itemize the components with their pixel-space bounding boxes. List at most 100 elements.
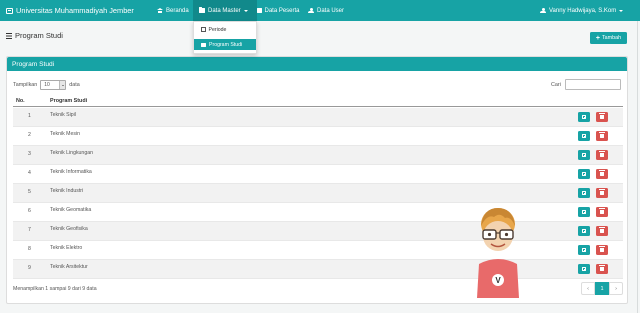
edit-icon bbox=[581, 266, 587, 272]
trash-icon bbox=[599, 151, 605, 158]
home-icon bbox=[157, 8, 163, 13]
edit-button[interactable] bbox=[578, 245, 590, 255]
trash-icon bbox=[599, 246, 605, 253]
add-button[interactable]: + Tambah bbox=[590, 32, 627, 44]
delete-button[interactable] bbox=[596, 112, 608, 122]
brand-title: Universitas Muhammadiyah Jember bbox=[16, 6, 134, 15]
plus-icon: + bbox=[595, 34, 600, 42]
column-header-program-studi[interactable]: Program Studi bbox=[50, 98, 87, 104]
delete-button[interactable] bbox=[596, 264, 608, 274]
row-number: 7 bbox=[28, 227, 31, 233]
top-navbar: Universitas Muhammadiyah Jember Beranda … bbox=[0, 0, 640, 21]
edit-button[interactable] bbox=[578, 226, 590, 236]
table-row: 8 Teknik Elektro bbox=[13, 241, 623, 260]
column-header-no[interactable]: No. bbox=[16, 98, 25, 104]
pagination-next[interactable]: › bbox=[609, 282, 623, 295]
length-suffix: data bbox=[69, 82, 80, 88]
edit-button[interactable] bbox=[578, 169, 590, 179]
edit-icon bbox=[581, 209, 587, 215]
edit-button[interactable] bbox=[578, 207, 590, 217]
table-row: 5 Teknik Industri bbox=[13, 184, 623, 203]
file-icon bbox=[257, 7, 262, 14]
trash-icon bbox=[599, 132, 605, 139]
table-body: 1 Teknik Sipil 2 Teknik Mesin 3 Teknik Lingku… bbox=[13, 108, 623, 279]
edit-button[interactable] bbox=[578, 131, 590, 141]
caret-down-icon bbox=[243, 9, 248, 12]
row-program-studi: Teknik Lingkungan bbox=[50, 150, 93, 156]
row-number: 8 bbox=[28, 246, 31, 252]
row-number: 3 bbox=[28, 151, 31, 157]
program-studi-card: Program Studi Tampilkan 10 data Cari No.… bbox=[6, 56, 628, 304]
card-header: Program Studi bbox=[7, 57, 627, 71]
user-icon bbox=[308, 7, 314, 14]
delete-button[interactable] bbox=[596, 226, 608, 236]
row-program-studi: Teknik Geofisika bbox=[50, 226, 88, 232]
search-input[interactable] bbox=[564, 79, 621, 90]
user-icon bbox=[540, 7, 546, 14]
dropdown-item-program-studi[interactable]: Program Studi bbox=[194, 39, 256, 50]
row-program-studi: Teknik Sipil bbox=[50, 112, 76, 118]
table-row: 7 Teknik Geofisika bbox=[13, 222, 623, 241]
add-button-label: Tambah bbox=[601, 35, 622, 41]
row-program-studi: Teknik Informatika bbox=[50, 169, 92, 175]
row-program-studi: Teknik Elektro bbox=[50, 245, 83, 251]
delete-button[interactable] bbox=[596, 150, 608, 160]
user-menu-label: Vanny Hadwijaya, S.Kom bbox=[549, 7, 617, 14]
table-info: Menampilkan 1 sampai 9 dari 9 data bbox=[13, 286, 97, 292]
nav-data-user-label: Data User bbox=[317, 7, 345, 14]
row-program-studi: Teknik Geomatika bbox=[50, 207, 92, 213]
edit-icon bbox=[581, 228, 587, 234]
trash-icon bbox=[599, 113, 605, 120]
edit-button[interactable] bbox=[578, 112, 590, 122]
brand-logo-icon bbox=[6, 7, 13, 14]
page-title: Program Studi bbox=[6, 31, 63, 40]
user-menu[interactable]: Vanny Hadwijaya, S.Kom bbox=[540, 0, 624, 21]
id-card-icon bbox=[201, 42, 206, 47]
row-number: 9 bbox=[28, 265, 31, 271]
edit-button[interactable] bbox=[578, 150, 590, 160]
pagination-prev[interactable]: ‹ bbox=[581, 282, 595, 295]
dropdown-item-periode[interactable]: Periode bbox=[194, 24, 256, 35]
table-row: 1 Teknik Sipil bbox=[13, 108, 623, 127]
delete-button[interactable] bbox=[596, 131, 608, 141]
edit-button[interactable] bbox=[578, 264, 590, 274]
row-program-studi: Teknik Industri bbox=[50, 188, 84, 194]
edit-icon bbox=[581, 171, 587, 177]
brand[interactable]: Universitas Muhammadiyah Jember bbox=[0, 6, 150, 15]
pagination-page[interactable]: 1 bbox=[595, 282, 609, 295]
nav-data-peserta[interactable]: Data Peserta bbox=[257, 0, 300, 21]
length-select[interactable]: 10 bbox=[40, 80, 67, 90]
edit-icon bbox=[581, 190, 587, 196]
nav-beranda-label: Beranda bbox=[166, 7, 189, 14]
folder-open-icon bbox=[199, 7, 205, 13]
row-number: 1 bbox=[28, 113, 31, 119]
page-title-text: Program Studi bbox=[15, 31, 63, 40]
delete-button[interactable] bbox=[596, 169, 608, 179]
length-value: 10 bbox=[44, 82, 50, 88]
scrollbar-track[interactable] bbox=[637, 21, 638, 313]
nav-data-master[interactable]: Data Master bbox=[193, 0, 257, 21]
mascot-illustration: V bbox=[477, 208, 519, 298]
length-prefix: Tampilkan bbox=[13, 82, 38, 88]
edit-icon bbox=[581, 247, 587, 253]
table-row: 2 Teknik Mesin bbox=[13, 127, 623, 146]
table-header: No. Program Studi bbox=[13, 97, 623, 107]
nav-data-user[interactable]: Data User bbox=[308, 0, 344, 21]
pagination: ‹ 1 › bbox=[581, 282, 623, 295]
nav-data-peserta-label: Data Peserta bbox=[264, 7, 300, 14]
nav-data-master-label: Data Master bbox=[208, 7, 241, 14]
row-number: 2 bbox=[28, 132, 31, 138]
trash-icon bbox=[599, 208, 605, 215]
delete-button[interactable] bbox=[596, 188, 608, 198]
nav-beranda[interactable]: Beranda bbox=[157, 0, 189, 21]
trash-icon bbox=[599, 170, 605, 177]
table-row: 3 Teknik Lingkungan bbox=[13, 146, 623, 165]
edit-button[interactable] bbox=[578, 188, 590, 198]
delete-button[interactable] bbox=[596, 245, 608, 255]
delete-button[interactable] bbox=[596, 207, 608, 217]
data-master-dropdown: Periode Program Studi bbox=[193, 21, 257, 54]
trash-icon bbox=[599, 227, 605, 234]
dropdown-item-label: Periode bbox=[208, 26, 227, 33]
row-program-studi: Teknik Mesin bbox=[50, 131, 80, 137]
trash-icon bbox=[599, 189, 605, 196]
